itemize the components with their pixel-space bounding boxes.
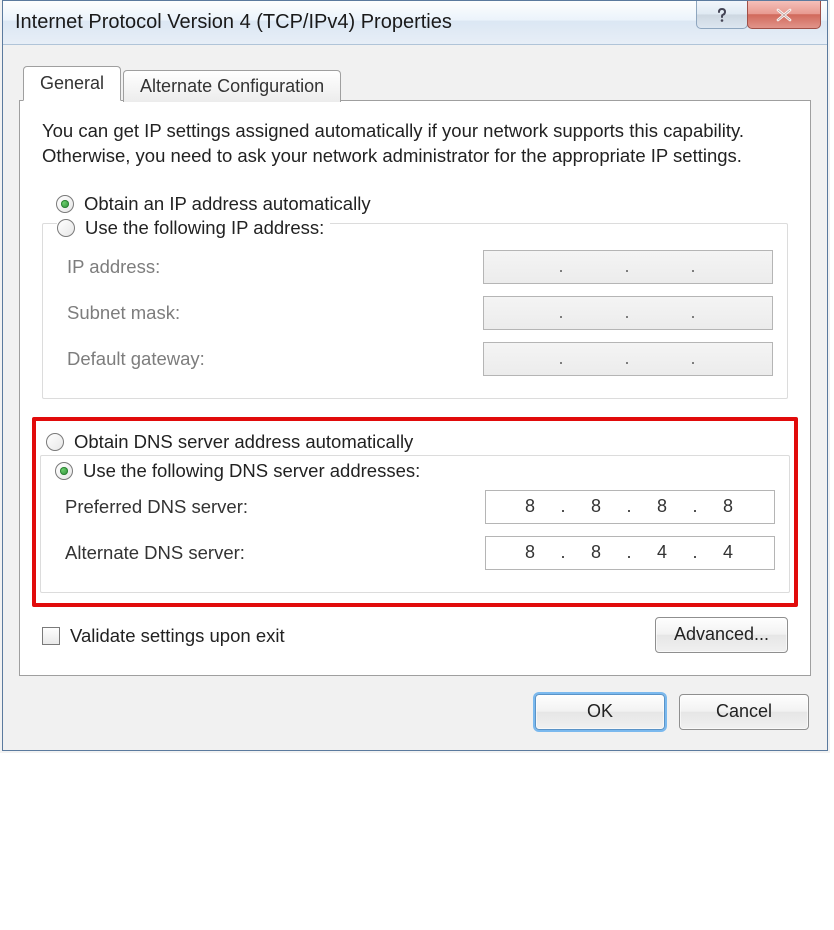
radio-icon [57,219,75,237]
cancel-button[interactable]: Cancel [679,694,809,730]
tab-general[interactable]: General [23,66,121,101]
field-preferred-dns: Preferred DNS server: 8. 8. 8. 8 [55,484,775,530]
tab-alternate-configuration[interactable]: Alternate Configuration [123,70,341,102]
dialog-footer: OK Cancel [3,676,827,750]
group-ip-manual: Use the following IP address: IP address… [42,223,788,399]
help-button[interactable] [696,1,748,29]
close-icon [774,8,794,22]
label-default-gateway: Default gateway: [57,348,205,370]
window-title: Internet Protocol Version 4 (TCP/IPv4) P… [3,11,452,34]
radio-label: Use the following IP address: [85,217,324,239]
group-dns-manual: Use the following DNS server addresses: … [40,455,790,593]
input-subnet-mask[interactable]: ... [483,296,773,330]
radio-icon [46,433,64,451]
label-subnet-mask: Subnet mask: [57,302,180,324]
input-preferred-dns[interactable]: 8. 8. 8. 8 [485,490,775,524]
highlight-box: Obtain DNS server address automatically … [32,417,798,607]
dialog-body: General Alternate Configuration You can … [3,45,827,676]
radio-use-ip-manual[interactable]: Use the following IP address: [57,217,330,239]
dialog-window: Internet Protocol Version 4 (TCP/IPv4) P… [2,0,828,751]
checkbox-icon [42,627,60,645]
label-preferred-dns: Preferred DNS server: [55,496,248,518]
helper-text: You can get IP settings assigned automat… [42,119,788,169]
field-ip-address: IP address: ... [57,244,773,290]
radio-label: Obtain DNS server address automatically [74,431,413,453]
titlebar[interactable]: Internet Protocol Version 4 (TCP/IPv4) P… [3,1,827,45]
checkbox-label: Validate settings upon exit [70,625,285,647]
input-alternate-dns[interactable]: 8. 8. 4. 4 [485,536,775,570]
label-alternate-dns: Alternate DNS server: [55,542,245,564]
input-ip-address[interactable]: ... [483,250,773,284]
radio-icon [55,462,73,480]
ok-button[interactable]: OK [535,694,665,730]
close-button[interactable] [747,1,821,29]
radio-icon [56,195,74,213]
window-controls [697,1,821,29]
field-subnet-mask: Subnet mask: ... [57,290,773,336]
radio-label: Obtain an IP address automatically [84,193,371,215]
field-alternate-dns: Alternate DNS server: 8. 8. 4. 4 [55,530,775,576]
help-icon [713,6,731,24]
label-ip-address: IP address: [57,256,160,278]
tab-panel-general: You can get IP settings assigned automat… [19,100,811,676]
tab-row: General Alternate Configuration [23,65,811,100]
field-default-gateway: Default gateway: ... [57,336,773,382]
radio-use-dns-manual[interactable]: Use the following DNS server addresses: [55,460,426,482]
radio-obtain-dns-auto[interactable]: Obtain DNS server address automatically [40,425,790,455]
radio-label: Use the following DNS server addresses: [83,460,420,482]
advanced-button[interactable]: Advanced... [655,617,788,653]
input-default-gateway[interactable]: ... [483,342,773,376]
radio-obtain-ip-auto[interactable]: Obtain an IP address automatically [42,187,788,219]
